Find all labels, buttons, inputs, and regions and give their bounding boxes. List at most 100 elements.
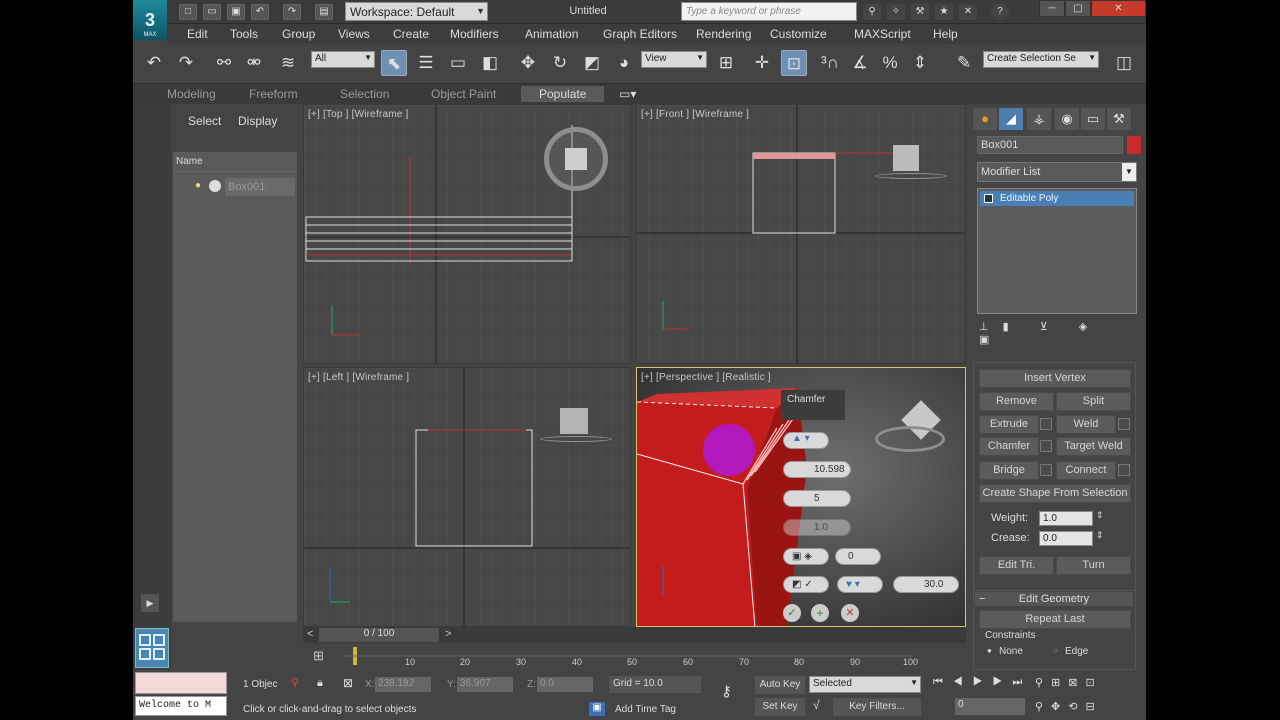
motion-tab-icon[interactable]: ◉: [1055, 108, 1079, 130]
connect-settings-button[interactable]: [1118, 464, 1130, 476]
viewport-label-top[interactable]: [+] [Top ] [Wireframe ]: [308, 109, 408, 120]
menu-customize[interactable]: Customize: [770, 27, 827, 41]
explorer-tab-display[interactable]: Display: [238, 114, 277, 128]
exchange-icon[interactable]: ✕: [959, 4, 977, 20]
angle-snap-icon[interactable]: ∡: [847, 50, 873, 76]
viewport-top[interactable]: [+] [Top ] [Wireframe ]: [303, 104, 631, 364]
workspace-dropdown[interactable]: Workspace: Default ▼: [345, 2, 488, 21]
save-file-icon[interactable]: ▣: [227, 4, 245, 20]
time-slider-thumb[interactable]: 0 / 100: [319, 628, 439, 642]
set-key-button[interactable]: Set Key: [755, 698, 805, 716]
unlink-icon[interactable]: ⚮: [241, 50, 267, 76]
maximize-button[interactable]: ▢: [1065, 0, 1091, 17]
spinner-snap-icon[interactable]: ⇕: [907, 50, 933, 76]
insert-vertex-button[interactable]: Insert Vertex: [979, 369, 1131, 388]
smooth-toggle[interactable]: ◩ ✓: [783, 576, 829, 593]
crease-spinner[interactable]: ⇕: [1096, 530, 1104, 541]
isolate-icon[interactable]: ⚲: [291, 676, 299, 689]
menu-maxscript[interactable]: MAXScript: [854, 27, 911, 41]
open-file-icon[interactable]: ▭: [203, 4, 221, 20]
cancel-x-icon[interactable]: ✕: [841, 604, 859, 622]
select-by-name-icon[interactable]: ☰: [413, 50, 439, 76]
communication-icon[interactable]: ⚒: [911, 4, 929, 20]
menu-animation[interactable]: Animation: [525, 27, 578, 41]
named-selection-dropdown[interactable]: Create Selection Se ▼: [983, 51, 1099, 68]
viewport-label-perspective[interactable]: [+] [Perspective ] [Realistic ]: [641, 372, 771, 383]
menu-modifiers[interactable]: Modifiers: [450, 27, 499, 41]
menu-edit[interactable]: Edit: [187, 27, 208, 41]
chamfer-button[interactable]: Chamfer: [979, 437, 1039, 456]
app-logo[interactable]: 3 MAX: [133, 0, 167, 40]
viewport-front[interactable]: [+] [Front ] [Wireframe ]: [636, 104, 966, 364]
snaps-toggle-icon[interactable]: ³∩: [817, 50, 843, 76]
viewcube-left[interactable]: [560, 408, 588, 434]
extrude-button[interactable]: Extrude: [979, 415, 1039, 434]
stack-item-editable-poly[interactable]: Editable Poly: [980, 191, 1134, 206]
ribbon-options-icon[interactable]: ▭▾: [619, 87, 636, 101]
constraint-none-radio[interactable]: ●: [987, 646, 992, 655]
viewport-nav-controls-top[interactable]: ⚲⊞⊠⊡: [1035, 676, 1103, 689]
key-mode-dropdown[interactable]: Selected ▼: [809, 676, 921, 693]
modifier-list-dropdown[interactable]: Modifier List ▼: [977, 162, 1137, 182]
target-weld-button[interactable]: Target Weld: [1056, 437, 1131, 456]
subscription-icon[interactable]: ✧: [887, 4, 905, 20]
edit-geometry-header[interactable]: − Edit Geometry: [975, 592, 1133, 606]
keyboard-shortcut-override-icon[interactable]: ⊡: [781, 50, 807, 76]
undo-icon[interactable]: ↶: [141, 50, 167, 76]
mirror-icon[interactable]: ◫: [1107, 50, 1141, 76]
create-shape-button[interactable]: Create Shape From Selection: [979, 484, 1131, 503]
bridge-settings-button[interactable]: [1040, 464, 1052, 476]
redo-icon[interactable]: ↷: [283, 4, 301, 20]
binoculars-icon[interactable]: ⚲: [863, 4, 881, 20]
weight-input[interactable]: 1.0: [1039, 511, 1093, 526]
column-header-name[interactable]: Name: [173, 156, 297, 172]
viewport-label-left[interactable]: [+] [Left ] [Wireframe ]: [308, 372, 409, 383]
menu-views[interactable]: Views: [338, 27, 370, 41]
light-bulb-icon[interactable]: ●: [195, 180, 201, 191]
menu-create[interactable]: Create: [393, 27, 429, 41]
key-filters-button[interactable]: Key Filters...: [833, 698, 921, 716]
chamfer-segments-field[interactable]: 5: [783, 490, 851, 507]
stack-tools[interactable]: ⊥▮ ⊻ ◈ ▣: [979, 320, 1137, 346]
undo-icon[interactable]: ↶: [251, 4, 269, 20]
new-scene-icon[interactable]: □: [179, 4, 197, 20]
list-item[interactable]: Box001: [225, 178, 295, 196]
utilities-tab-icon[interactable]: ⚒: [1107, 108, 1131, 130]
minimize-button[interactable]: ─: [1039, 0, 1065, 17]
mini-curve-editor-icon[interactable]: ⊞: [313, 648, 324, 664]
pivot-center-icon[interactable]: ⊞: [713, 50, 739, 76]
maxscript-listener-pink[interactable]: [135, 672, 227, 694]
select-manipulate-icon[interactable]: ✛: [749, 50, 775, 76]
playback-controls[interactable]: ⏮◀▶▶⏭: [933, 676, 1032, 689]
help-icon[interactable]: ?: [991, 4, 1009, 20]
project-folder-icon[interactable]: ▤: [315, 4, 333, 20]
modify-tab-icon[interactable]: ◢: [999, 108, 1023, 130]
viewport-perspective[interactable]: [+] [Perspective ] [Realistic ] Chamfer …: [636, 367, 966, 627]
chamfer-open-field[interactable]: 0: [835, 548, 881, 565]
repeat-last-button[interactable]: Repeat Last: [979, 610, 1131, 629]
percent-snap-icon[interactable]: %: [877, 50, 903, 76]
time-slider[interactable]: < 0 / 100 >: [303, 627, 966, 643]
selection-filter-dropdown[interactable]: All ▼: [311, 51, 375, 68]
tab-modeling[interactable]: Modeling: [167, 87, 216, 101]
crease-input[interactable]: 0.0: [1039, 531, 1093, 546]
edit-tri-button[interactable]: Edit Tri.: [979, 556, 1054, 575]
object-name-field[interactable]: Box001: [977, 136, 1123, 154]
rectangular-selection-icon[interactable]: ▭: [445, 50, 471, 76]
viewport-left[interactable]: [+] [Left ] [Wireframe ]: [303, 367, 631, 627]
current-frame-field[interactable]: 0: [955, 698, 1025, 715]
apply-plus-icon[interactable]: +: [811, 604, 829, 622]
chamfer-type-dropdown[interactable]: ▲ ▾: [783, 432, 829, 449]
bind-space-warp-icon[interactable]: ≋: [275, 50, 301, 76]
hierarchy-tab-icon[interactable]: ⚶: [1027, 108, 1051, 130]
add-time-tag-label[interactable]: Add Time Tag: [615, 704, 676, 715]
explorer-tab-select[interactable]: Select: [188, 114, 221, 128]
favorites-star-icon[interactable]: ★: [935, 4, 953, 20]
extrude-settings-button[interactable]: [1040, 418, 1052, 430]
tab-freeform[interactable]: Freeform: [249, 87, 298, 101]
display-tab-icon[interactable]: ▭: [1081, 108, 1105, 130]
split-button[interactable]: Split: [1056, 392, 1131, 411]
open-chamfer-toggle[interactable]: ▣ ◈: [783, 548, 829, 565]
ok-checkmark-icon[interactable]: ✓: [783, 604, 801, 622]
chamfer-amount-field[interactable]: 10.598: [783, 461, 851, 478]
